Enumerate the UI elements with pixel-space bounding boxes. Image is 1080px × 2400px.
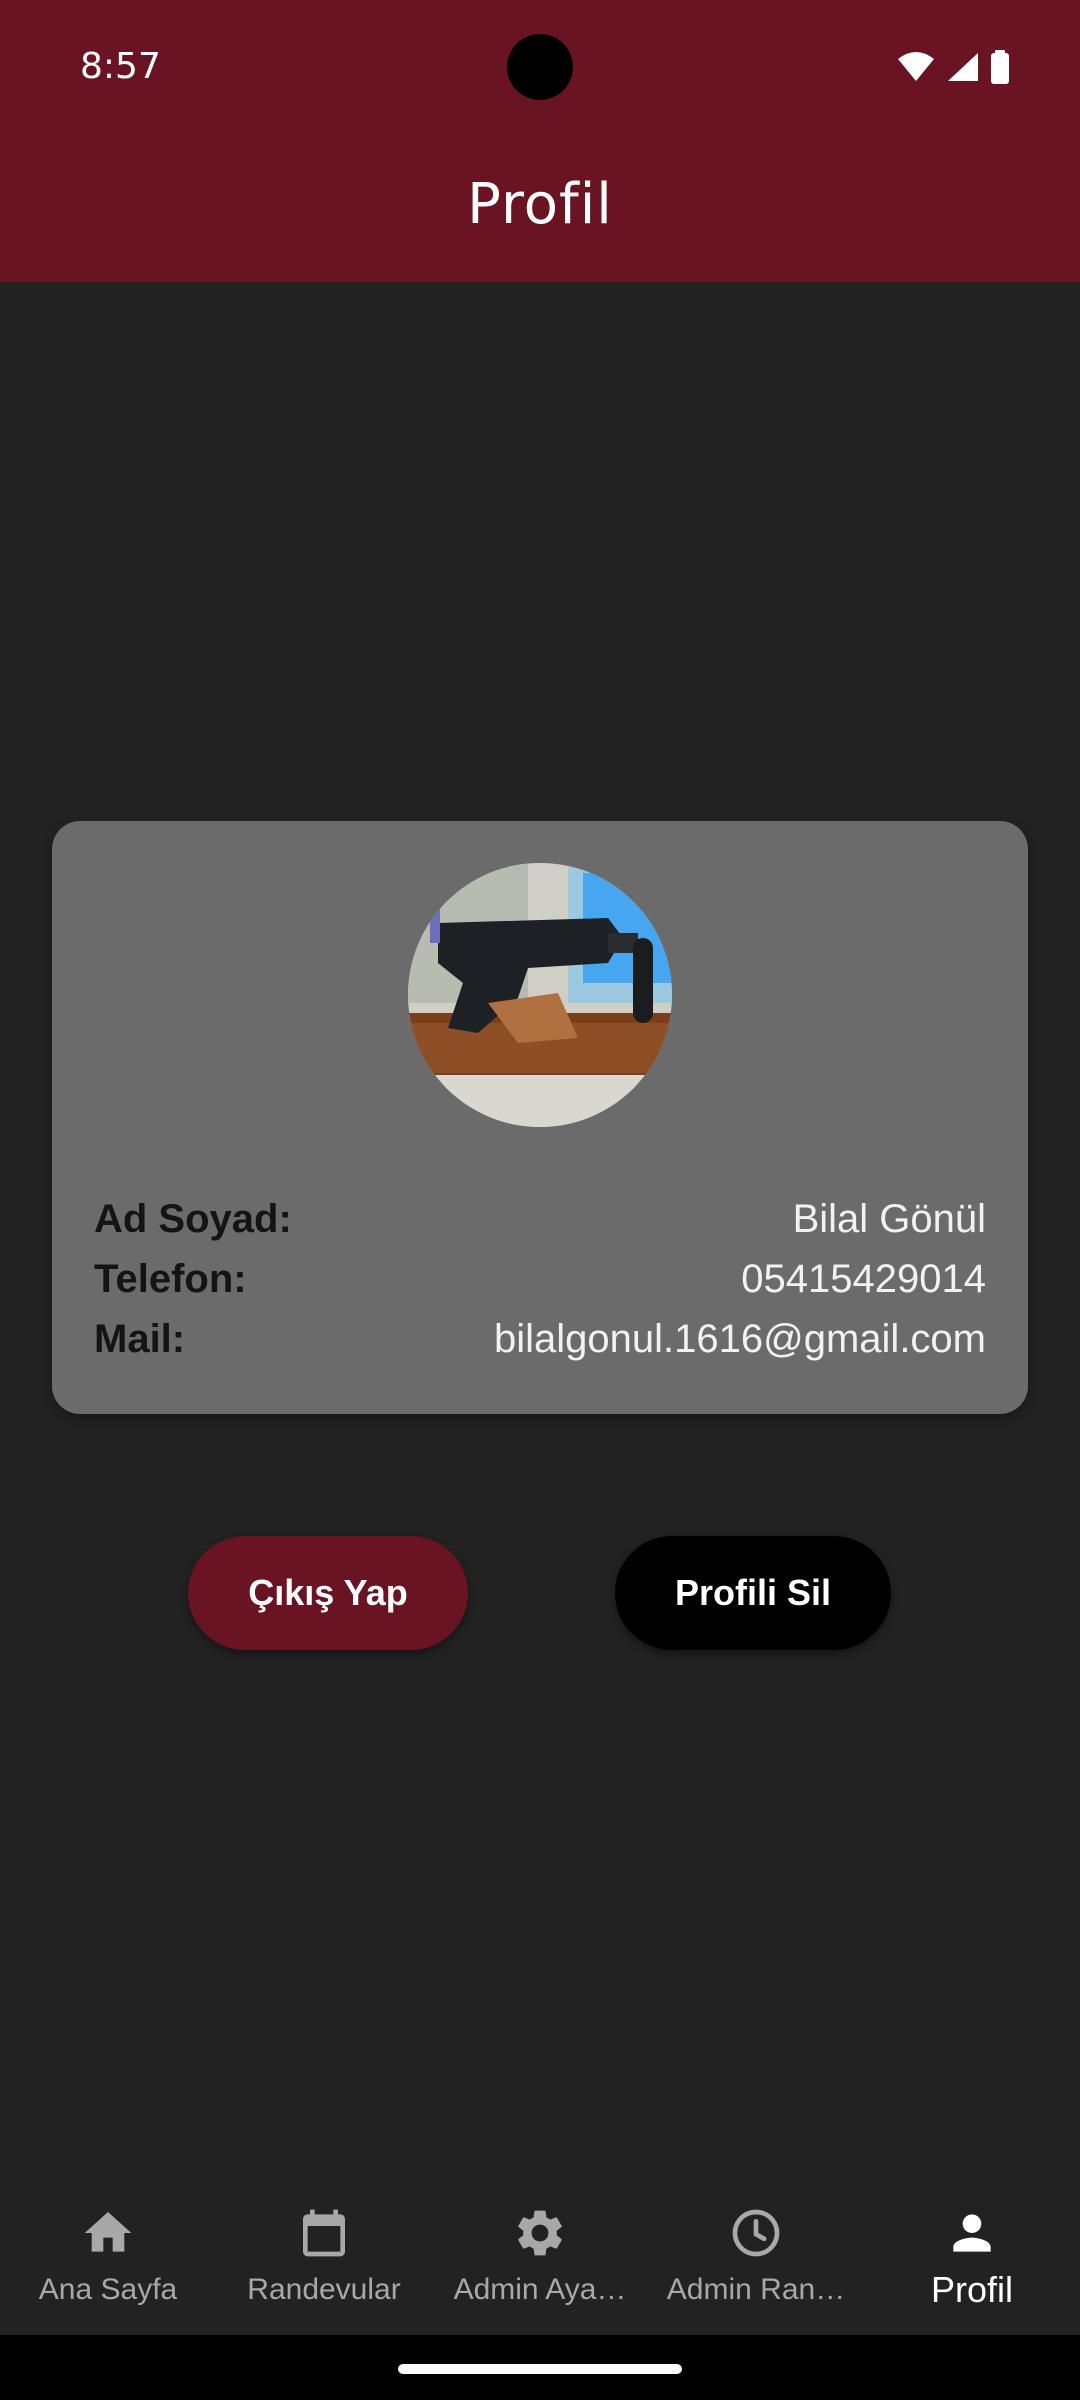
nav-label-appointments: Randevular: [247, 2273, 401, 2306]
phone-value: 05415429014: [741, 1256, 986, 1301]
avatar-photo: [408, 863, 672, 1127]
mail-row: Mail: bilalgonul.1616@gmail.com: [94, 1311, 986, 1367]
page-title: Profil: [467, 172, 613, 237]
nav-label-admin-settings: Admin Aya…: [453, 2273, 627, 2306]
battery-icon: [991, 50, 1009, 84]
phone-row: Telefon: 05415429014: [94, 1251, 986, 1307]
nav-item-profile[interactable]: Profil: [864, 2185, 1080, 2335]
delete-profile-button[interactable]: Profili Sil: [615, 1536, 891, 1650]
status-time: 8:57: [80, 46, 161, 87]
camera-cutout: [507, 34, 573, 100]
home-icon: [78, 2203, 138, 2263]
calendar-icon: [294, 2203, 354, 2263]
person-icon: [942, 2203, 1002, 2263]
status-icons: [896, 50, 1010, 84]
home-indicator[interactable]: [398, 2364, 682, 2374]
mail-label: Mail:: [94, 1316, 186, 1361]
app-bar: 8:57 Profil: [0, 0, 1080, 282]
nav-item-admin-appointments[interactable]: Admin Ran…: [648, 2185, 864, 2335]
phone-label: Telefon:: [94, 1256, 247, 1301]
name-row: Ad Soyad: Bilal Gönül: [94, 1191, 986, 1247]
gear-icon: [510, 2203, 570, 2263]
nav-label-profile: Profil: [930, 2269, 1014, 2310]
nav-item-appointments[interactable]: Randevular: [216, 2185, 432, 2335]
profile-screen: 8:57 Profil Ad Soyad: Bilal Gönül Telefo…: [0, 0, 1080, 2400]
wifi-icon: [898, 52, 934, 81]
nav-item-admin-settings[interactable]: Admin Aya…: [432, 2185, 648, 2335]
nav-item-home[interactable]: Ana Sayfa: [0, 2185, 216, 2335]
avatar: [408, 863, 672, 1127]
name-value: Bilal Gönül: [792, 1196, 986, 1241]
bottom-nav: Ana Sayfa Randevular Admin Aya… Admin Ra…: [0, 2185, 1080, 2335]
nav-label-admin-appointments: Admin Ran…: [666, 2273, 846, 2306]
logout-button[interactable]: Çıkış Yap: [188, 1536, 468, 1650]
clock-icon: [726, 2203, 786, 2263]
mail-value: bilalgonul.1616@gmail.com: [494, 1316, 986, 1361]
profile-card: Ad Soyad: Bilal Gönül Telefon: 054154290…: [52, 821, 1028, 1414]
nav-label-home: Ana Sayfa: [38, 2273, 178, 2306]
name-label: Ad Soyad:: [94, 1196, 292, 1241]
signal-icon: [948, 53, 978, 81]
